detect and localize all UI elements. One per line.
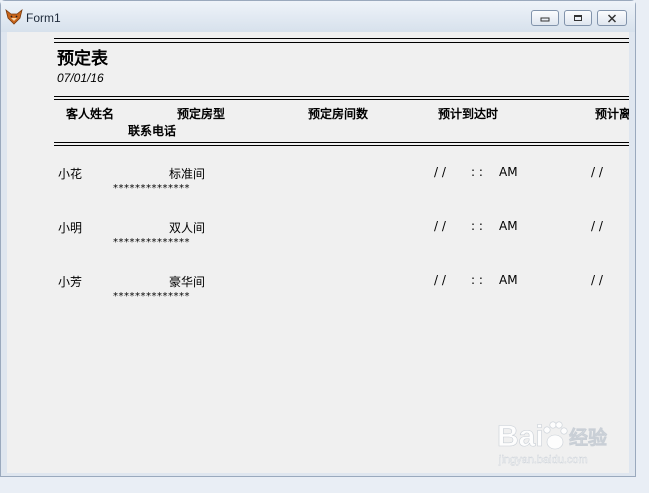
cell-phone: ************** xyxy=(113,183,190,194)
cell-arrival-time: : : xyxy=(471,219,483,233)
cell-arrival-time: : : xyxy=(471,273,483,287)
cell-arrival-time: : : xyxy=(471,165,483,179)
cell-phone: ************** xyxy=(113,237,190,248)
restore-icon xyxy=(574,15,582,21)
watermark-url: jingyan.baidu.com xyxy=(498,454,588,466)
report-preview: 预定表 07/01/16 客人姓名 预定房型 预定房间数 预计到达时 预计离 联… xyxy=(7,32,629,473)
header-arrival: 预计到达时 xyxy=(438,107,499,121)
cell-room-type: 标准间 xyxy=(169,167,206,181)
cell-name: 小花 xyxy=(58,167,83,181)
cell-name: 小明 xyxy=(58,221,83,235)
top-divider xyxy=(54,42,629,43)
cell-departure-date: / / xyxy=(591,165,603,179)
cell-name: 小芳 xyxy=(58,275,83,289)
cell-arrival-date: / / xyxy=(434,273,446,287)
header-phone: 联系电话 xyxy=(128,124,177,138)
header-guest-name: 客人姓名 xyxy=(66,107,115,121)
body-divider xyxy=(54,145,629,146)
report-date: 07/01/16 xyxy=(57,71,104,85)
fox-icon[interactable] xyxy=(5,8,23,25)
close-button[interactable] xyxy=(597,10,627,26)
cell-room-type: 双人间 xyxy=(169,221,206,235)
cell-phone: ************** xyxy=(113,291,190,302)
header-divider xyxy=(54,96,629,97)
header-divider xyxy=(54,99,629,100)
watermark-brand-right: 经验 xyxy=(569,426,608,449)
cell-arrival-date: / / xyxy=(434,165,446,179)
cell-ampm: AM xyxy=(499,165,518,179)
cell-departure-date: / / xyxy=(591,219,603,233)
baidu-paw-logo: Bai 经验 jingyan.baidu.com xyxy=(497,420,609,467)
cell-ampm: AM xyxy=(499,219,518,233)
window-title: Form1 xyxy=(26,11,61,25)
form1-window: Form1 预定表 07/01/16 客人姓名 预定房型 预定房间数 预计到达时… xyxy=(0,0,636,477)
cell-ampm: AM xyxy=(499,273,518,287)
watermark-brand-left: Bai xyxy=(497,420,544,453)
baidu-watermark: Bai 经验 jingyan.baidu.com xyxy=(497,410,617,474)
restore-button[interactable] xyxy=(564,10,592,26)
report-title: 预定表 xyxy=(57,49,108,69)
close-icon xyxy=(607,13,617,23)
header-room-type: 预定房型 xyxy=(177,107,226,121)
cell-arrival-date: / / xyxy=(434,219,446,233)
top-divider xyxy=(54,38,629,39)
cell-departure-date: / / xyxy=(591,273,603,287)
title-bar[interactable]: Form1 xyxy=(1,1,635,32)
body-divider xyxy=(54,142,629,143)
minimize-icon xyxy=(540,17,550,22)
minimize-button[interactable] xyxy=(531,10,559,26)
cell-room-type: 豪华间 xyxy=(169,275,206,289)
header-departure: 预计离 xyxy=(595,107,629,121)
header-room-count: 预定房间数 xyxy=(308,107,369,121)
